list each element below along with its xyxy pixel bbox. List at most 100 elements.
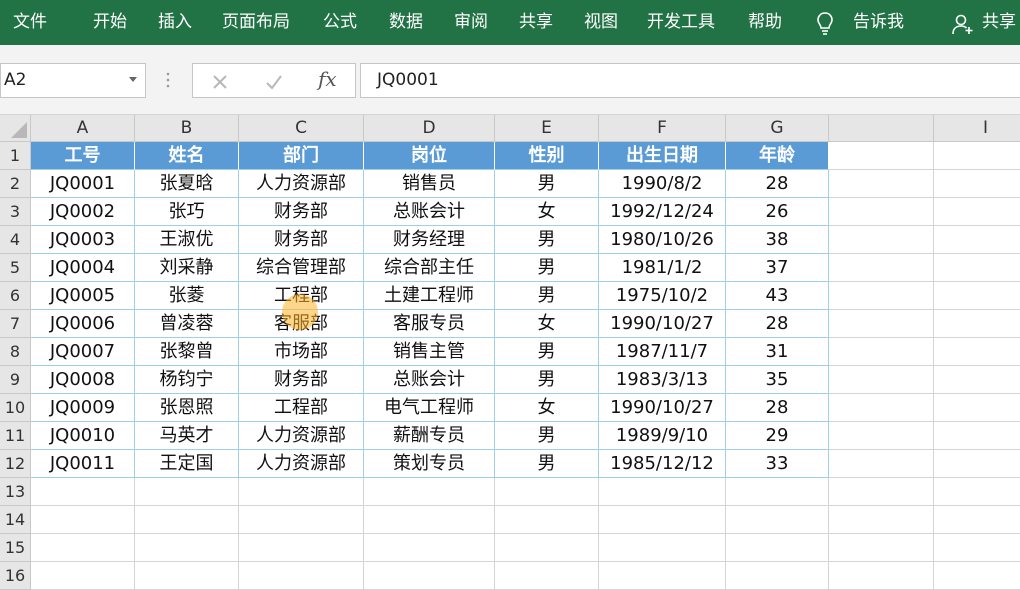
row-header[interactable]: 3 (0, 198, 31, 226)
table-cell[interactable]: JQ0001 (31, 170, 135, 198)
tab-formulas[interactable]: 公式 (323, 0, 357, 45)
worksheet-grid[interactable]: ABCDEFGIJ1工号姓名部门岗位性别出生日期年龄2JQ0001张夏晗人力资源… (0, 115, 1020, 590)
empty-cell[interactable] (829, 310, 934, 338)
table-cell[interactable]: 王淑优 (135, 226, 239, 254)
select-all-corner[interactable] (0, 115, 31, 142)
row-header[interactable]: 8 (0, 338, 31, 366)
row-header[interactable]: 12 (0, 450, 31, 478)
table-cell[interactable]: 1975/10/2 (599, 282, 726, 310)
table-cell[interactable]: JQ0003 (31, 226, 135, 254)
table-cell[interactable]: 1990/10/27 (599, 310, 726, 338)
empty-cell[interactable] (599, 534, 726, 562)
empty-cell[interactable] (934, 198, 1020, 226)
empty-cell[interactable] (934, 506, 1020, 534)
table-cell[interactable]: 1989/9/10 (599, 422, 726, 450)
empty-cell[interactable] (364, 478, 495, 506)
table-cell[interactable]: 1980/10/26 (599, 226, 726, 254)
empty-cell[interactable] (934, 282, 1020, 310)
table-header-cell[interactable]: 性别 (495, 142, 599, 170)
table-cell[interactable]: JQ0009 (31, 394, 135, 422)
empty-cell[interactable] (239, 534, 364, 562)
table-cell[interactable]: 男 (495, 450, 599, 478)
table-cell[interactable]: 35 (726, 366, 829, 394)
table-cell[interactable]: 1990/8/2 (599, 170, 726, 198)
table-cell[interactable]: 1990/10/27 (599, 394, 726, 422)
table-cell[interactable]: 马英才 (135, 422, 239, 450)
empty-cell[interactable] (934, 170, 1020, 198)
empty-cell[interactable] (135, 534, 239, 562)
tab-insert[interactable]: 插入 (158, 0, 192, 45)
table-cell[interactable]: JQ0008 (31, 366, 135, 394)
table-cell[interactable]: 客服专员 (364, 310, 495, 338)
chevron-down-icon[interactable] (129, 77, 137, 82)
table-cell[interactable]: 1987/11/7 (599, 338, 726, 366)
table-cell[interactable]: 26 (726, 198, 829, 226)
table-cell[interactable]: 29 (726, 422, 829, 450)
table-cell[interactable]: 人力资源部 (239, 422, 364, 450)
table-cell[interactable]: 市场部 (239, 338, 364, 366)
table-cell[interactable]: 37 (726, 254, 829, 282)
formula-input[interactable]: JQ0001 (360, 63, 1020, 98)
table-cell[interactable]: JQ0004 (31, 254, 135, 282)
empty-cell[interactable] (934, 366, 1020, 394)
table-cell[interactable]: 曾凌蓉 (135, 310, 239, 338)
tab-page-layout[interactable]: 页面布局 (222, 0, 290, 45)
empty-cell[interactable] (934, 422, 1020, 450)
empty-cell[interactable] (934, 226, 1020, 254)
table-header-cell[interactable]: 工号 (31, 142, 135, 170)
empty-cell[interactable] (829, 394, 934, 422)
row-header[interactable]: 13 (0, 478, 31, 506)
empty-cell[interactable] (934, 254, 1020, 282)
column-header[interactable] (829, 115, 934, 142)
tab-file[interactable]: 文件 (13, 0, 47, 45)
empty-cell[interactable] (934, 142, 1020, 170)
table-cell[interactable]: 男 (495, 422, 599, 450)
table-cell[interactable]: 财务部 (239, 198, 364, 226)
lightbulb-icon[interactable] (815, 11, 835, 35)
empty-cell[interactable] (495, 534, 599, 562)
column-header[interactable]: I (934, 115, 1020, 142)
column-header[interactable]: G (726, 115, 829, 142)
table-cell[interactable]: 31 (726, 338, 829, 366)
table-cell[interactable]: 工程部 (239, 394, 364, 422)
table-cell[interactable]: 33 (726, 450, 829, 478)
table-cell[interactable]: 28 (726, 310, 829, 338)
table-cell[interactable]: 综合管理部 (239, 254, 364, 282)
table-header-cell[interactable]: 姓名 (135, 142, 239, 170)
tab-share[interactable]: 共享 (519, 0, 553, 45)
row-header[interactable]: 14 (0, 506, 31, 534)
row-header[interactable]: 10 (0, 394, 31, 422)
empty-cell[interactable] (726, 506, 829, 534)
tab-review[interactable]: 审阅 (454, 0, 488, 45)
table-cell[interactable]: 电气工程师 (364, 394, 495, 422)
table-cell[interactable]: 1983/3/13 (599, 366, 726, 394)
table-cell[interactable]: 财务经理 (364, 226, 495, 254)
empty-cell[interactable] (934, 478, 1020, 506)
empty-cell[interactable] (495, 562, 599, 590)
table-cell[interactable]: JQ0011 (31, 450, 135, 478)
empty-cell[interactable] (829, 562, 934, 590)
table-cell[interactable]: 男 (495, 226, 599, 254)
name-box[interactable]: A2 (0, 63, 146, 98)
empty-cell[interactable] (31, 534, 135, 562)
empty-cell[interactable] (599, 562, 726, 590)
empty-cell[interactable] (934, 394, 1020, 422)
table-cell[interactable]: 28 (726, 394, 829, 422)
empty-cell[interactable] (829, 478, 934, 506)
empty-cell[interactable] (364, 506, 495, 534)
insert-function-icon[interactable]: fx (318, 67, 337, 91)
resize-handle-icon[interactable] (166, 70, 170, 90)
empty-cell[interactable] (934, 562, 1020, 590)
table-cell[interactable]: JQ0007 (31, 338, 135, 366)
tab-help[interactable]: 帮助 (748, 0, 782, 45)
empty-cell[interactable] (495, 478, 599, 506)
cancel-icon[interactable] (210, 72, 230, 92)
empty-cell[interactable] (934, 534, 1020, 562)
table-header-cell[interactable]: 出生日期 (599, 142, 726, 170)
empty-cell[interactable] (829, 534, 934, 562)
table-cell[interactable]: 28 (726, 170, 829, 198)
empty-cell[interactable] (31, 478, 135, 506)
table-cell[interactable]: 人力资源部 (239, 450, 364, 478)
tab-home[interactable]: 开始 (93, 0, 127, 45)
empty-cell[interactable] (829, 226, 934, 254)
